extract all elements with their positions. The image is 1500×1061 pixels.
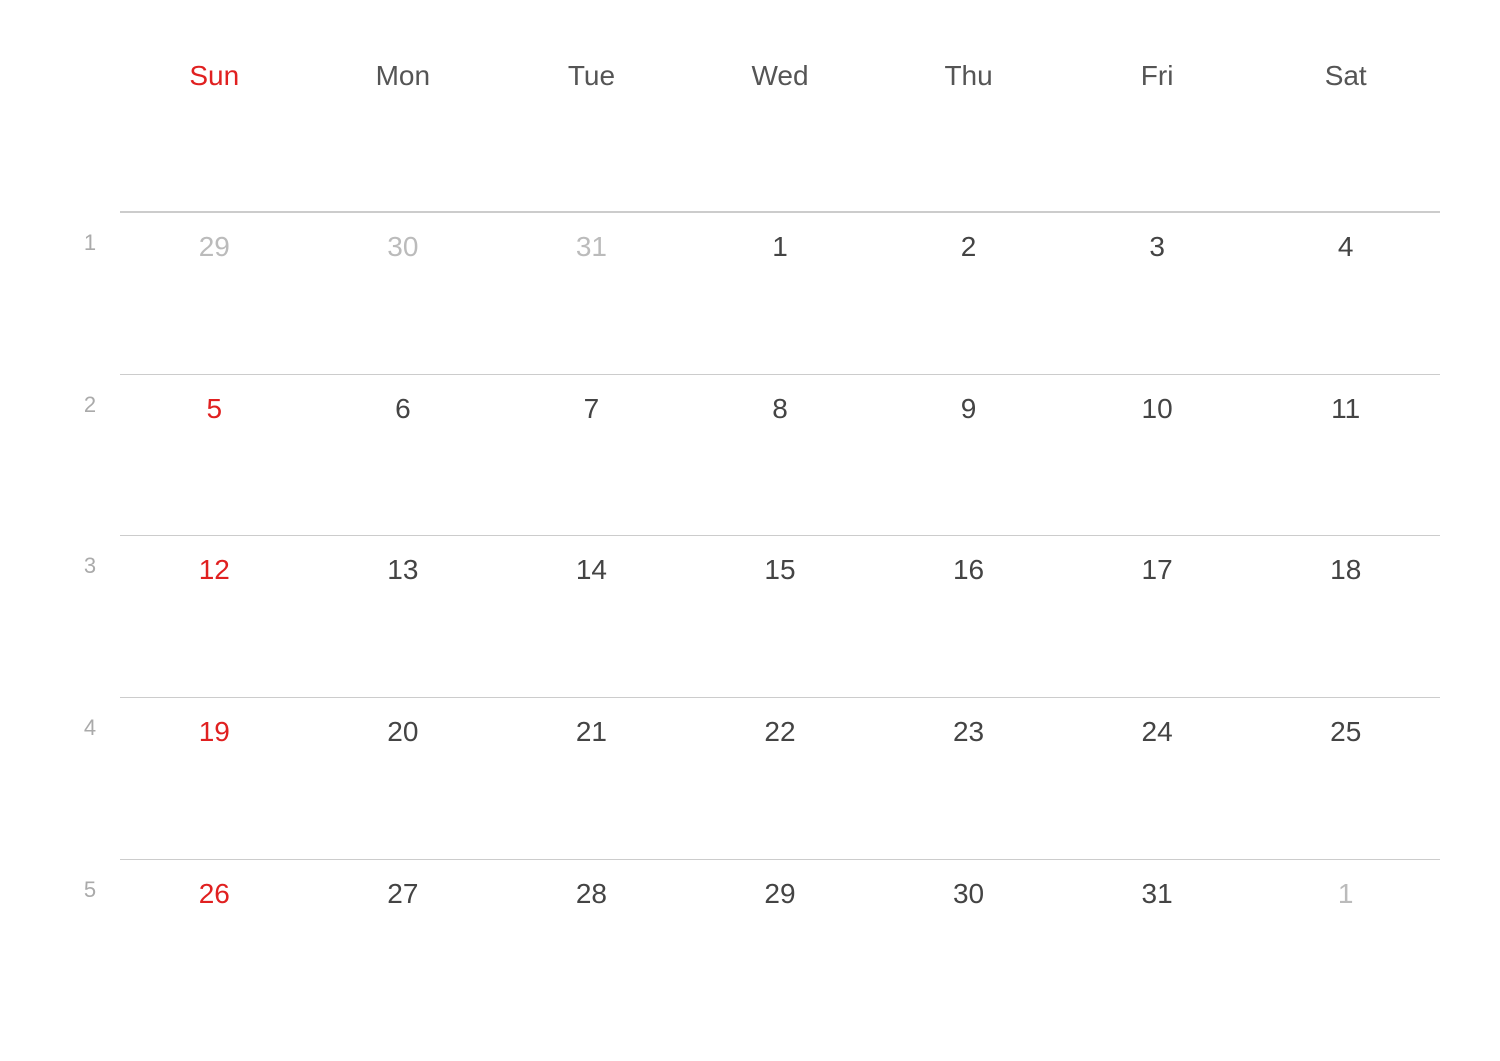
day-cell-w2-d5: 9	[874, 374, 1063, 536]
day-cell-w1-d1: 29	[120, 212, 309, 374]
day-header-mon: Mon	[309, 60, 498, 212]
day-cell-w3-d7: 18	[1251, 535, 1440, 697]
day-cell-w5-d4: 29	[686, 859, 875, 1021]
day-cell-w4-d2: 20	[309, 697, 498, 859]
day-cell-w5-d1: 26	[120, 859, 309, 1021]
day-cell-w3-d2: 13	[309, 535, 498, 697]
day-cell-w1-d5: 2	[874, 212, 1063, 374]
calendar-grid: Sun Mon Tue Wed Thu Fri Sat 129303112342…	[60, 60, 1440, 1021]
day-header-thu: Thu	[874, 60, 1063, 212]
day-cell-w4-d7: 25	[1251, 697, 1440, 859]
day-cell-w5-d3: 28	[497, 859, 686, 1021]
day-cell-w2-d1: 5	[120, 374, 309, 536]
day-cell-w5-d7: 1	[1251, 859, 1440, 1021]
day-cell-w3-d4: 15	[686, 535, 875, 697]
week-number-4: 4	[60, 697, 120, 859]
day-cell-w1-d6: 3	[1063, 212, 1252, 374]
day-cell-w4-d4: 22	[686, 697, 875, 859]
day-cell-w1-d3: 31	[497, 212, 686, 374]
day-header-sat: Sat	[1251, 60, 1440, 212]
week-number-1: 1	[60, 212, 120, 374]
week-number-2: 2	[60, 374, 120, 536]
day-header-wed: Wed	[686, 60, 875, 212]
day-cell-w5-d2: 27	[309, 859, 498, 1021]
day-cell-w1-d7: 4	[1251, 212, 1440, 374]
day-cell-w2-d4: 8	[686, 374, 875, 536]
day-cell-w2-d6: 10	[1063, 374, 1252, 536]
day-header-tue: Tue	[497, 60, 686, 212]
day-cell-w3-d6: 17	[1063, 535, 1252, 697]
corner-spacer	[60, 60, 120, 212]
day-cell-w3-d5: 16	[874, 535, 1063, 697]
day-header-sun: Sun	[120, 60, 309, 212]
day-cell-w2-d2: 6	[309, 374, 498, 536]
day-cell-w1-d2: 30	[309, 212, 498, 374]
day-cell-w2-d3: 7	[497, 374, 686, 536]
day-cell-w3-d3: 14	[497, 535, 686, 697]
calendar: Sun Mon Tue Wed Thu Fri Sat 129303112342…	[0, 0, 1500, 1061]
day-cell-w1-d4: 1	[686, 212, 875, 374]
day-cell-w3-d1: 12	[120, 535, 309, 697]
day-cell-w4-d1: 19	[120, 697, 309, 859]
week-number-5: 5	[60, 859, 120, 1021]
day-cell-w4-d3: 21	[497, 697, 686, 859]
day-cell-w4-d5: 23	[874, 697, 1063, 859]
week-number-3: 3	[60, 535, 120, 697]
day-cell-w5-d5: 30	[874, 859, 1063, 1021]
day-cell-w2-d7: 11	[1251, 374, 1440, 536]
day-header-fri: Fri	[1063, 60, 1252, 212]
day-cell-w4-d6: 24	[1063, 697, 1252, 859]
day-cell-w5-d6: 31	[1063, 859, 1252, 1021]
